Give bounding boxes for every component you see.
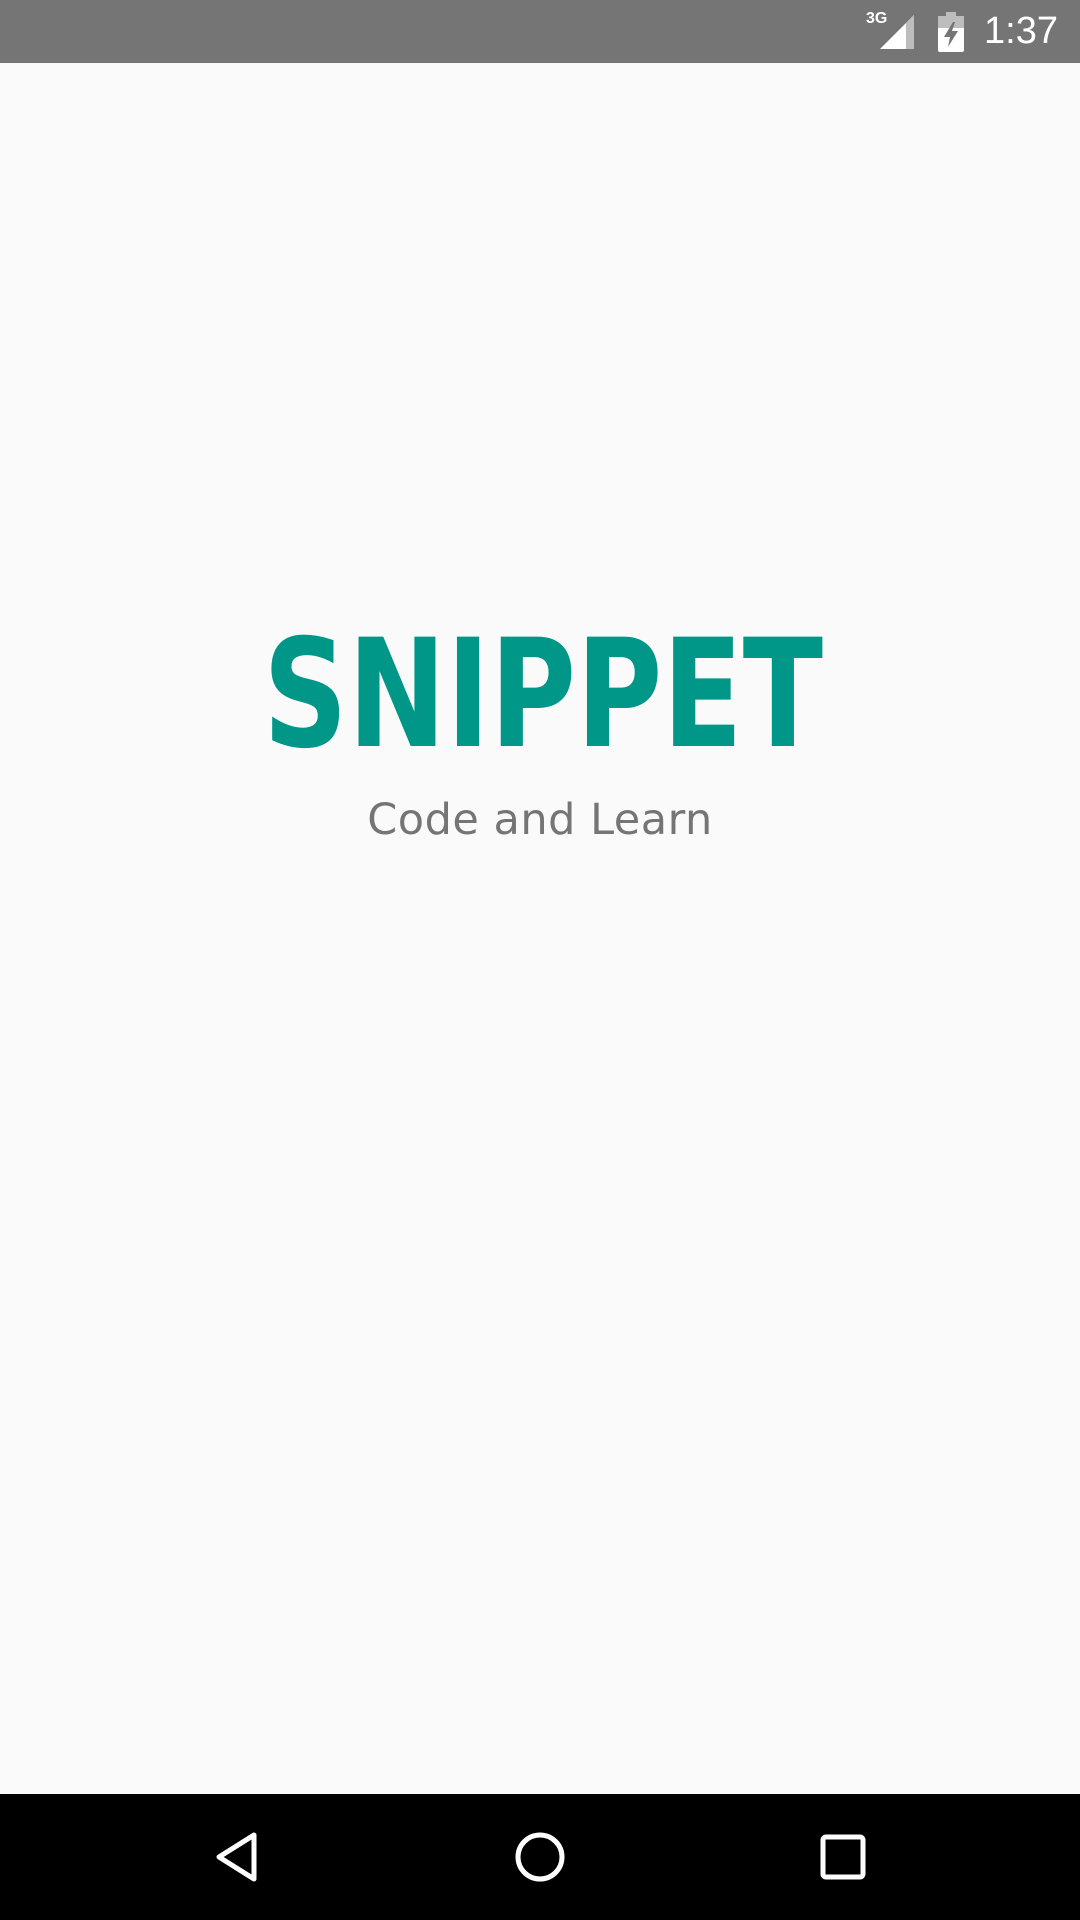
- status-clock: 1:37: [984, 10, 1058, 52]
- signal-icon: [880, 14, 915, 49]
- home-icon: [515, 1832, 565, 1882]
- home-button[interactable]: [505, 1824, 575, 1890]
- status-bar: 3G 1:37: [0, 0, 1080, 63]
- back-button[interactable]: [202, 1824, 272, 1890]
- signal-indicator: 3G: [866, 10, 916, 53]
- recents-icon: [820, 1834, 866, 1880]
- recents-button[interactable]: [808, 1824, 878, 1890]
- back-icon: [216, 1832, 257, 1882]
- splash-screen: 3G 1:37 SNIPPET Code and Learn: [0, 0, 1080, 1920]
- battery-charging-icon: [938, 11, 965, 52]
- navigation-bar: [0, 1794, 1080, 1920]
- splash-content: SNIPPET Code and Learn: [0, 63, 1080, 1794]
- snippet-logo: SNIPPET: [263, 608, 823, 756]
- tagline: Code and Learn: [367, 795, 713, 845]
- logo-wordmark: SNIPPET: [263, 608, 823, 756]
